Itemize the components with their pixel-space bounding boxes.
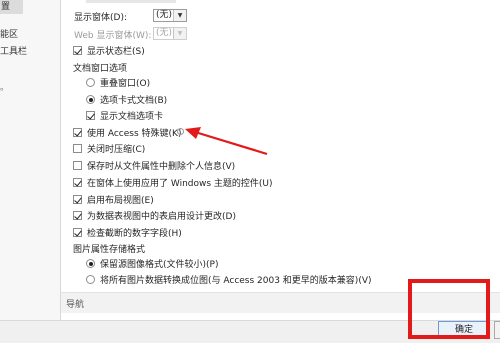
preserve-source-format-radio[interactable] [86, 259, 95, 268]
sidebar-item-ribbon[interactable]: 能区 [0, 27, 18, 40]
show-doc-tabs-checkbox[interactable] [86, 111, 95, 120]
info-icon[interactable]: i [177, 128, 184, 136]
chevron-down-icon: ▼ [173, 10, 186, 21]
sidebar-item-current-database[interactable]: 置 [0, 0, 23, 14]
convert-to-bitmap-radio[interactable] [86, 275, 95, 284]
cancel-button-partial[interactable] [494, 321, 500, 339]
status-bar-label: 显示状态栏(S) [87, 47, 145, 57]
windows-themed-controls-label: 在窗体上使用应用了 Windows 主题的控件(U) [87, 179, 273, 189]
cut-off-row [86, 0, 176, 3]
sidebar-item-toolbar[interactable]: 工具栏 [0, 44, 27, 57]
compact-on-close-label: 关闭时压缩(C) [87, 145, 146, 155]
datasheet-design-changes-checkbox[interactable] [73, 211, 82, 220]
truncated-number-fields-label: 检查截断的数字字段(H) [87, 229, 182, 239]
category-sidebar: 置 能区 工具栏 。 [0, 0, 61, 320]
overlapping-windows-label: 重叠窗口(O) [100, 79, 151, 89]
annotation-arrow-icon [185, 127, 268, 156]
remove-personal-info-label: 保存时从文件属性中删除个人信息(V) [87, 162, 236, 172]
display-form-select[interactable]: (无) ▼ [153, 9, 187, 22]
display-form-label: 显示窗体(D): [74, 13, 127, 23]
access-special-keys-label: 使用 Access 特殊键(K) [87, 129, 182, 139]
tabbed-documents-radio[interactable] [86, 95, 95, 104]
remove-personal-info-checkbox[interactable] [73, 161, 82, 170]
display-form-value: (无) [156, 10, 173, 20]
datasheet-design-changes-label: 为数据表视图中的表启用设计更改(D) [87, 212, 236, 222]
access-special-keys-checkbox[interactable] [73, 128, 82, 137]
web-display-form-value: (无) [156, 28, 173, 38]
compact-on-close-checkbox[interactable] [73, 144, 82, 153]
chevron-down-icon: ▼ [173, 28, 186, 39]
truncated-number-fields-checkbox[interactable] [73, 228, 82, 237]
tabbed-documents-label: 选项卡式文档(B) [100, 96, 168, 106]
highlight-box [408, 279, 490, 339]
sidebar-item-partial: 。 [0, 83, 10, 93]
preserve-source-format-label: 保留源图像格式(文件较小)(P) [100, 260, 219, 270]
convert-to-bitmap-label: 将所有图片数据转换成位图(与 Access 2003 和更早的版本兼容)(V) [100, 276, 372, 286]
show-doc-tabs-label: 显示文档选项卡 [100, 112, 164, 122]
doc-window-options-heading: 文档窗口选项 [73, 64, 128, 74]
web-display-form-label: Web 显示窗体(W): [74, 31, 152, 41]
overlapping-windows-radio[interactable] [86, 78, 95, 87]
web-display-form-select[interactable]: (无) ▼ [153, 27, 187, 40]
layout-view-label: 启用布局视图(E) [87, 196, 154, 206]
status-bar-checkbox[interactable] [73, 46, 82, 55]
picture-format-heading: 图片属性存储格式 [73, 245, 146, 255]
layout-view-checkbox[interactable] [73, 195, 82, 204]
windows-themed-controls-checkbox[interactable] [73, 178, 82, 187]
navigation-section-label: 导航 [66, 300, 85, 310]
